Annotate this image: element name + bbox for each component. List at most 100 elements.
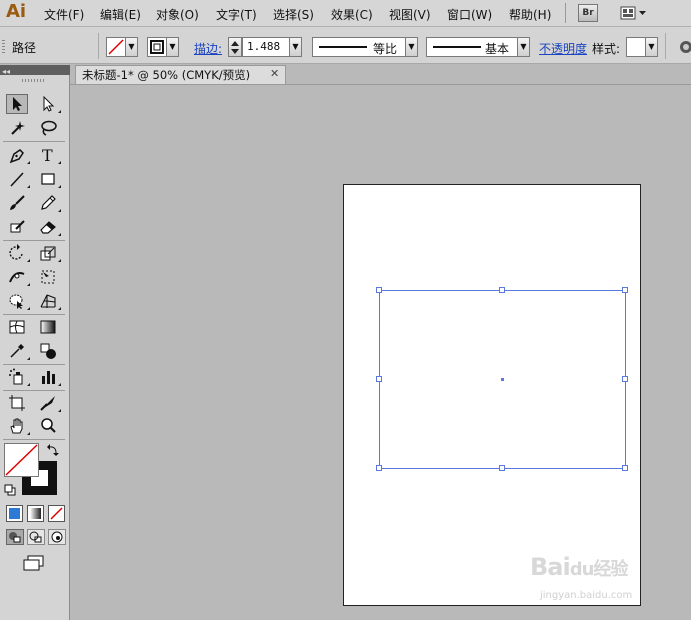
symbol-sprayer-tool[interactable] xyxy=(6,367,30,387)
blend-tool[interactable] xyxy=(37,341,59,361)
color-mode-button[interactable] xyxy=(6,505,23,522)
opacity-link[interactable]: 不透明度 xyxy=(539,40,587,57)
menu-object[interactable]: 对象(O) xyxy=(156,6,199,23)
width-tool[interactable] xyxy=(6,267,30,287)
menu-help[interactable]: 帮助(H) xyxy=(509,6,551,23)
eyedropper-tool[interactable] xyxy=(6,341,30,361)
resize-handle-bottom-left[interactable] xyxy=(376,465,382,471)
draw-behind-button[interactable] xyxy=(27,529,45,545)
menu-effect[interactable]: 效果(C) xyxy=(331,6,373,23)
type-tool[interactable]: T xyxy=(37,145,61,165)
resize-handle-bottom-right[interactable] xyxy=(622,465,628,471)
menu-edit[interactable]: 编辑(E) xyxy=(100,6,141,23)
fill-swatch[interactable] xyxy=(106,37,126,57)
type-t-icon: T xyxy=(42,146,53,164)
brush-definition[interactable]: 基本 xyxy=(426,37,518,57)
stroke-stepper[interactable] xyxy=(228,37,242,57)
stroke-dropdown-arrow[interactable]: ▼ xyxy=(167,37,179,57)
menu-file[interactable]: 文件(F) xyxy=(44,6,84,23)
column-graph-tool[interactable] xyxy=(37,367,61,387)
stroke-weight-dropdown[interactable]: ▼ xyxy=(290,37,302,57)
profile-dropdown[interactable]: ▼ xyxy=(406,37,418,57)
tools-separator xyxy=(3,314,65,315)
artboard-tool[interactable] xyxy=(6,393,28,413)
magic-wand-tool[interactable] xyxy=(6,118,28,138)
document-tab[interactable]: 未标题-1* @ 50% (CMYK/预览) xyxy=(75,65,286,84)
pen-tool[interactable] xyxy=(6,145,30,165)
divider xyxy=(98,33,99,59)
paintbrush-tool[interactable] xyxy=(6,193,28,213)
gradient-mode-button[interactable] xyxy=(27,505,44,522)
none-swatch-icon xyxy=(50,507,63,520)
workspace-switcher-button[interactable] xyxy=(620,5,648,21)
resize-handle-top[interactable] xyxy=(499,287,505,293)
mesh-tool[interactable] xyxy=(6,317,28,337)
none-mode-button[interactable] xyxy=(48,505,65,522)
tabstrip-border xyxy=(70,84,691,85)
line-icon xyxy=(10,172,24,187)
line-segment-tool[interactable] xyxy=(6,169,30,189)
perspective-grid-tool[interactable] xyxy=(37,291,61,311)
graphic-style-swatch[interactable] xyxy=(626,37,646,57)
draw-inside-icon xyxy=(51,531,63,543)
swap-arrows-icon xyxy=(47,444,59,456)
rotate-tool[interactable] xyxy=(6,243,30,263)
lasso-tool[interactable] xyxy=(37,118,59,138)
menu-view[interactable]: 视图(V) xyxy=(389,6,431,23)
tools-panel-header[interactable]: ◂◂ xyxy=(0,65,70,76)
draw-inside-button[interactable] xyxy=(48,529,66,545)
resize-handle-left[interactable] xyxy=(376,376,382,382)
draw-normal-button[interactable] xyxy=(6,529,24,545)
stroke-weight-input[interactable]: 1.488 xyxy=(242,37,290,57)
blob-brush-icon xyxy=(10,220,25,233)
tools-separator xyxy=(3,240,65,241)
zoom-tool[interactable] xyxy=(37,416,59,436)
paintbrush-icon xyxy=(10,195,25,210)
draw-behind-icon xyxy=(29,531,42,543)
hand-tool[interactable] xyxy=(6,416,30,436)
free-transform-tool[interactable] xyxy=(37,267,59,287)
menu-select[interactable]: 选择(S) xyxy=(273,6,314,23)
fill-color-box[interactable] xyxy=(4,443,39,477)
workspace-icon xyxy=(620,6,646,20)
pencil-tool[interactable] xyxy=(37,193,61,213)
brush-line-icon xyxy=(433,46,481,48)
tools-separator xyxy=(3,141,65,142)
resize-handle-right[interactable] xyxy=(622,376,628,382)
rectangle-icon xyxy=(41,173,55,185)
shape-builder-icon xyxy=(9,294,23,309)
rectangle-tool[interactable] xyxy=(37,169,61,189)
tools-grip[interactable] xyxy=(22,79,44,82)
swap-fill-stroke-button[interactable] xyxy=(46,443,60,457)
variable-width-profile[interactable]: 等比 xyxy=(312,37,406,57)
direct-selection-tool[interactable] xyxy=(37,94,61,114)
eraser-icon xyxy=(40,221,56,234)
selection-tool[interactable] xyxy=(6,94,28,114)
brush-dropdown[interactable]: ▼ xyxy=(518,37,530,57)
gradient-tool[interactable] xyxy=(37,317,59,337)
resize-handle-top-left[interactable] xyxy=(376,287,382,293)
eraser-tool[interactable] xyxy=(37,217,61,237)
menu-window[interactable]: 窗口(W) xyxy=(447,6,492,23)
blob-brush-tool[interactable] xyxy=(6,217,28,237)
control-bar-grip[interactable] xyxy=(2,40,5,54)
stroke-weight-label[interactable]: 描边: xyxy=(194,40,222,57)
screen-mode-button[interactable] xyxy=(22,555,46,571)
resize-handle-top-right[interactable] xyxy=(622,287,628,293)
shape-builder-tool[interactable] xyxy=(6,291,30,311)
mesh-icon xyxy=(9,320,25,334)
document-setup-button[interactable] xyxy=(677,39,691,55)
pen-nib-icon xyxy=(9,149,24,164)
blend-icon xyxy=(40,343,56,359)
menu-type[interactable]: 文字(T) xyxy=(216,6,257,23)
bridge-button[interactable]: Br xyxy=(578,4,598,22)
resize-handle-bottom[interactable] xyxy=(499,465,505,471)
default-fill-stroke-button[interactable] xyxy=(4,484,16,496)
fill-dropdown-arrow[interactable]: ▼ xyxy=(126,37,138,57)
graphic-style-dropdown[interactable]: ▼ xyxy=(646,37,658,57)
slice-tool[interactable] xyxy=(37,393,61,413)
scale-tool[interactable] xyxy=(37,243,61,263)
stroke-swatch[interactable] xyxy=(147,37,167,57)
lasso-icon xyxy=(41,120,57,136)
close-tab-button[interactable]: ✕ xyxy=(270,67,279,80)
